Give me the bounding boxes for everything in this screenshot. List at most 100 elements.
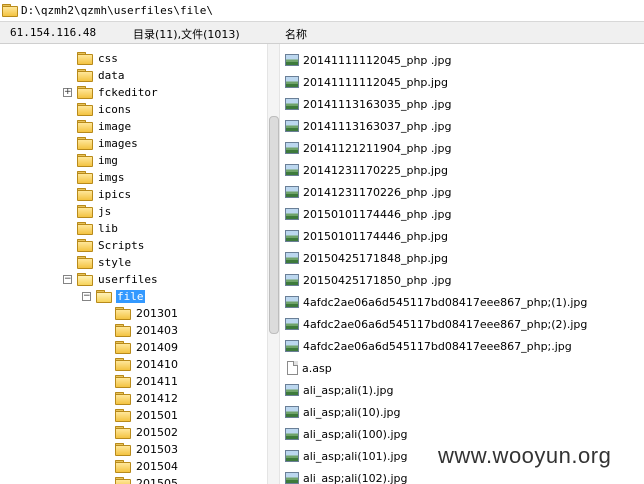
tree-item-label: 201410	[136, 358, 178, 371]
file-name: a.asp	[302, 361, 332, 375]
watermark-text: www.wooyun.org	[438, 443, 612, 468]
image-file-icon	[285, 98, 299, 110]
tree-item-ipics[interactable]: ipics	[77, 186, 132, 203]
folder-icon	[77, 103, 93, 116]
file-row[interactable]: 20141121211904_php .jpg	[282, 137, 451, 159]
image-file-icon	[285, 274, 299, 286]
tree-item-201410[interactable]: 201410	[115, 356, 179, 373]
tree-item-label: style	[98, 256, 132, 269]
tree-item-201505[interactable]: 201505	[115, 475, 179, 484]
tree-item-label: icons	[98, 103, 132, 116]
collapse-icon[interactable]: −	[63, 275, 72, 284]
scrollbar-thumb[interactable]	[269, 116, 279, 334]
folder-icon	[115, 324, 131, 337]
folder-icon	[115, 443, 131, 456]
folder-icon	[115, 409, 131, 422]
tree-item-label: 201409	[136, 341, 178, 354]
tree-item-lib[interactable]: lib	[77, 220, 119, 237]
tree-item-scripts[interactable]: Scripts	[77, 237, 145, 254]
tree-item-label: 201504	[136, 460, 178, 473]
tree-item-201403[interactable]: 201403	[115, 322, 179, 339]
tree-item-label: images	[98, 137, 138, 150]
tree-item-label: ipics	[98, 188, 132, 201]
folder-icon	[115, 426, 131, 439]
file-name: 20141113163035_php .jpg	[303, 97, 452, 111]
file-row[interactable]: 20141111112045_php .jpg	[282, 49, 451, 71]
file-row[interactable]: 4afdc2ae06a6d545117bd08417eee867_php;.jp…	[282, 335, 572, 357]
tree-item-style[interactable]: style	[77, 254, 132, 271]
folder-icon	[77, 171, 93, 184]
collapse-icon[interactable]: −	[82, 292, 91, 301]
tree-item-js[interactable]: js	[77, 203, 112, 220]
image-file-icon	[285, 340, 299, 352]
status-bar: 61.154.116.48 目录(11),文件(1013) 名称	[0, 22, 644, 44]
tree-item-label: userfiles	[98, 273, 158, 286]
file-row[interactable]: 20141113163037_php .jpg	[282, 115, 451, 137]
current-path[interactable]: D:\qzmh2\qzmh\userfiles\file\	[21, 4, 213, 17]
name-column-header[interactable]: 名称	[285, 26, 307, 42]
folder-icon	[115, 341, 131, 354]
file-name: 20141231170225_php.jpg	[303, 163, 448, 177]
file-row[interactable]: a.asp	[282, 357, 332, 379]
folder-icon	[115, 307, 131, 320]
file-row[interactable]: 20150425171848_php.jpg	[282, 247, 448, 269]
tree-item-201502[interactable]: 201502	[115, 424, 179, 441]
expand-icon[interactable]: +	[63, 88, 72, 97]
tree-item-icons[interactable]: icons	[77, 101, 132, 118]
file-row[interactable]: ali_asp;ali(102).jpg	[282, 467, 407, 484]
file-list: 20141111112045_php .jpg 20141111112045_ph…	[282, 44, 644, 484]
tree-item-201503[interactable]: 201503	[115, 441, 179, 458]
file-name: ali_asp;ali(100).jpg	[303, 427, 408, 441]
image-file-icon	[285, 406, 299, 418]
folder-icon	[77, 120, 93, 133]
image-file-icon	[285, 450, 299, 462]
file-row[interactable]: ali_asp;ali(100).jpg	[282, 423, 407, 445]
file-row[interactable]: 20150101174446_php.jpg	[282, 225, 448, 247]
tree-item-imgs[interactable]: imgs	[77, 169, 126, 186]
file-row[interactable]: 20150101174446_php .jpg	[282, 203, 451, 225]
file-row[interactable]: ali_asp;ali(101).jpg	[282, 445, 407, 467]
tree-item-201504[interactable]: 201504	[115, 458, 179, 475]
tree-item-201501[interactable]: 201501	[115, 407, 179, 424]
tree-item-file[interactable]: − file	[82, 288, 145, 305]
tree-item-label: 201403	[136, 324, 178, 337]
file-row[interactable]: 20141231170225_php.jpg	[282, 159, 448, 181]
file-row[interactable]: 4afdc2ae06a6d545117bd08417eee867_php;(2)…	[282, 313, 587, 335]
tree-item-images[interactable]: images	[77, 135, 139, 152]
image-file-icon	[285, 472, 299, 484]
file-row[interactable]: ali_asp;ali(1).jpg	[282, 379, 393, 401]
file-name: 20141231170226_php .jpg	[303, 185, 452, 199]
tree-item-css[interactable]: css	[77, 50, 119, 67]
tree-item-label: image	[98, 120, 132, 133]
tree-item-201412[interactable]: 201412	[115, 390, 179, 407]
folder-icon	[77, 188, 93, 201]
file-row[interactable]: 4afdc2ae06a6d545117bd08417eee867_php;(1)…	[282, 291, 587, 313]
tree-item-201409[interactable]: 201409	[115, 339, 179, 356]
file-name: 20150101174446_php .jpg	[303, 207, 452, 221]
tree-item-data[interactable]: data	[77, 67, 126, 84]
folder-icon	[115, 358, 131, 371]
file-name: ali_asp;ali(102).jpg	[303, 471, 408, 484]
file-row[interactable]: ali_asp;ali(10).jpg	[282, 401, 400, 423]
image-file-icon	[285, 208, 299, 220]
image-file-icon	[285, 54, 299, 66]
folder-icon	[77, 52, 93, 65]
tree-scrollbar[interactable]	[267, 44, 280, 484]
file-row[interactable]: 20141231170226_php .jpg	[282, 181, 451, 203]
file-name: ali_asp;ali(101).jpg	[303, 449, 408, 463]
tree-item-image[interactable]: image	[77, 118, 132, 135]
image-file-icon	[285, 252, 299, 264]
file-row[interactable]: 20150425171850_php .jpg	[282, 269, 451, 291]
file-name: 4afdc2ae06a6d545117bd08417eee867_php;(1)…	[303, 295, 588, 309]
image-file-icon	[285, 230, 299, 242]
file-row[interactable]: 20141111112045_php.jpg	[282, 71, 448, 93]
folder-icon	[115, 477, 131, 484]
tree-item-201301[interactable]: 201301	[115, 305, 179, 322]
tree-item-fckeditor[interactable]: + fckeditor	[63, 84, 159, 101]
tree-item-label: fckeditor	[98, 86, 158, 99]
tree-item-201411[interactable]: 201411	[115, 373, 179, 390]
path-bar: D:\qzmh2\qzmh\userfiles\file\	[0, 0, 644, 22]
tree-item-img[interactable]: img	[77, 152, 119, 169]
file-row[interactable]: 20141113163035_php .jpg	[282, 93, 451, 115]
tree-item-userfiles[interactable]: − userfiles	[63, 271, 159, 288]
